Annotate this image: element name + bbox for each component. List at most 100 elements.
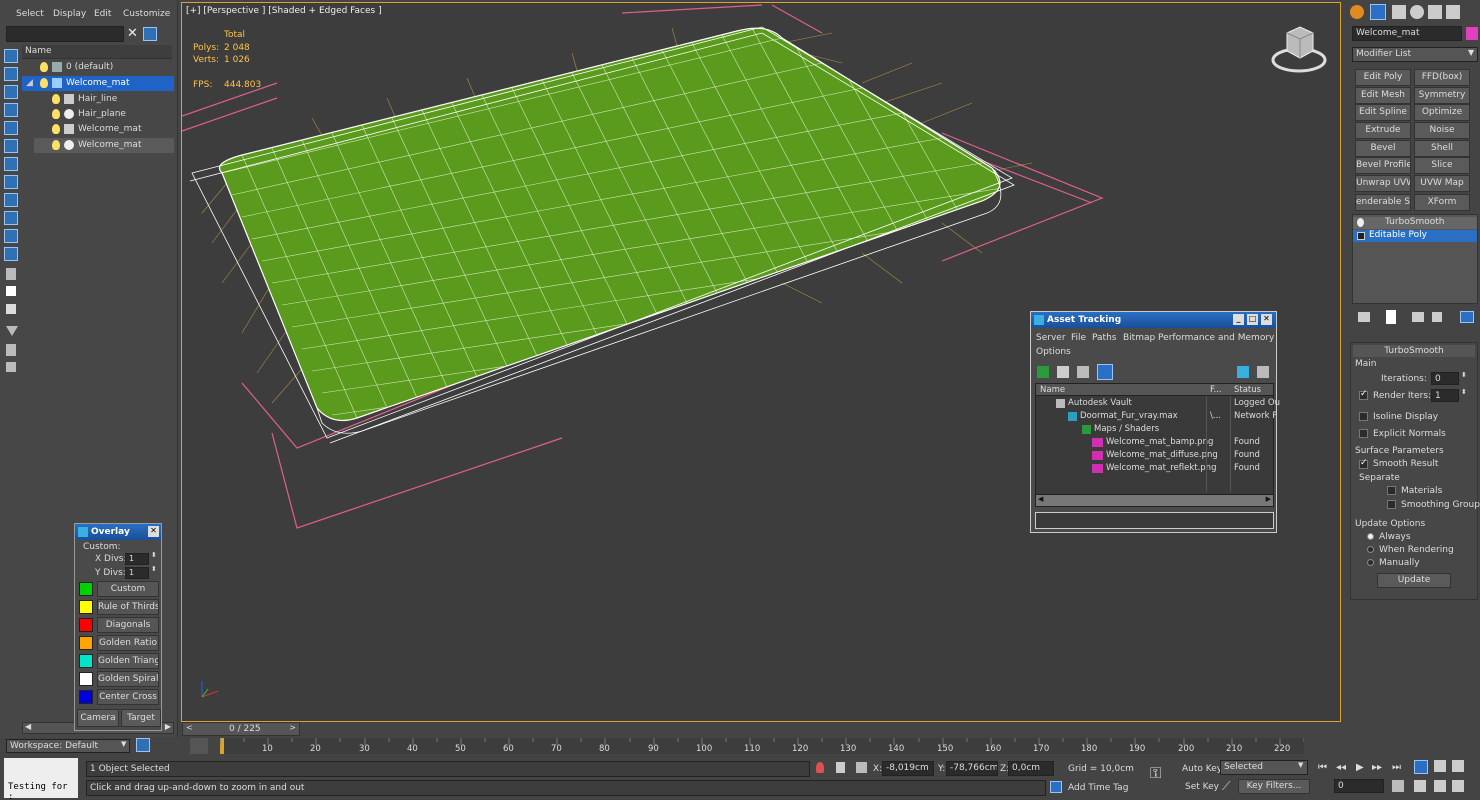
set-key-button[interactable]: Set Key	[1185, 782, 1219, 792]
maxscript-listener[interactable]: Testing for :	[4, 758, 78, 800]
y-coord-input[interactable]: -78,766cm	[946, 761, 998, 776]
prev-key-icon[interactable]: ◂◂	[1336, 762, 1346, 773]
toolbar-icon-10[interactable]	[4, 211, 18, 225]
asset-tracking-titlebar[interactable]: Asset Tracking _ □ ✕	[1031, 312, 1276, 328]
lightbulb-icon[interactable]	[40, 62, 48, 72]
isolate-icon[interactable]	[816, 762, 824, 773]
col-status[interactable]: Status	[1234, 385, 1261, 395]
toolbar-icon-2[interactable]	[4, 67, 18, 81]
swatch-diagonals[interactable]	[79, 618, 93, 632]
workspace-dropdown[interactable]: Workspace: Default	[6, 739, 130, 753]
render-iters-checkbox[interactable]: ✓	[1359, 389, 1368, 400]
at-menu-paths[interactable]: Paths	[1092, 333, 1116, 343]
orbit-icon[interactable]	[1452, 780, 1464, 792]
next-key-icon[interactable]: ▸▸	[1372, 762, 1382, 773]
extrude-button[interactable]: Extrude	[1355, 122, 1411, 139]
manually-radio[interactable]	[1367, 559, 1374, 566]
lightbulb-icon[interactable]	[52, 140, 60, 150]
filter-icon[interactable]	[143, 27, 157, 41]
scroll-right-icon[interactable]: ▶	[1266, 495, 1271, 503]
render-iters-input[interactable]: 1	[1431, 389, 1459, 402]
explicit-normals-checkbox[interactable]	[1359, 429, 1368, 438]
col-f[interactable]: F...	[1210, 385, 1222, 395]
object-color-swatch[interactable]	[1466, 27, 1478, 40]
refresh-icon[interactable]	[1037, 366, 1049, 378]
column-name-header[interactable]: Name	[25, 46, 52, 56]
mini-curve-editor-icon[interactable]	[190, 738, 208, 754]
overlay-center-cross-button[interactable]: Center Cross	[97, 689, 159, 705]
swatch-center-cross[interactable]	[79, 690, 93, 704]
configure-sets-icon[interactable]	[1460, 311, 1474, 323]
toolbar-icon-6[interactable]	[4, 139, 18, 153]
toolbar-icon-9[interactable]	[4, 193, 18, 207]
z-coord-input[interactable]: 0,0cm	[1008, 761, 1054, 776]
x-coord-input[interactable]: -8,019cm	[882, 761, 934, 776]
minimize-button[interactable]: _	[1233, 314, 1244, 325]
modifier-list-dropdown[interactable]: Modifier List	[1352, 47, 1478, 62]
iterations-input[interactable]: 0	[1431, 372, 1459, 385]
xdivs-spinner-icon[interactable]: ⬍	[151, 551, 157, 559]
toolbar-icon-1[interactable]	[4, 49, 18, 63]
list-view-icon[interactable]	[1057, 366, 1069, 378]
time-slider[interactable]: < 0 / 225 >	[182, 722, 300, 736]
tree-item-welcome-mat-group[interactable]: ◢ Welcome_mat	[22, 76, 174, 91]
overlay-golden-ratio-button[interactable]: Golden Ratio	[97, 635, 159, 651]
toolbar-icon-16[interactable]	[6, 344, 16, 356]
make-unique-icon[interactable]	[1412, 312, 1424, 322]
create-tab-icon[interactable]	[1350, 5, 1364, 19]
asset-hscrollbar[interactable]: ◀ ▶	[1036, 494, 1273, 506]
dropdown-arrow-icon[interactable]: ▼	[1468, 48, 1474, 57]
dropdown-arrow-icon[interactable]: ▼	[1298, 761, 1303, 769]
at-menu-file[interactable]: File	[1071, 333, 1086, 343]
unwrap-uvw-button[interactable]: Unwrap UVW	[1355, 175, 1411, 192]
key-selection-dropdown[interactable]: Selected	[1220, 760, 1308, 775]
grid-view-icon[interactable]	[1097, 364, 1113, 380]
lightbulb-icon[interactable]	[52, 109, 60, 119]
materials-checkbox[interactable]	[1387, 486, 1396, 495]
settings-icon[interactable]	[1257, 366, 1269, 378]
absolute-mode-icon[interactable]	[856, 762, 867, 773]
lightbulb-icon[interactable]	[1357, 218, 1364, 227]
fov-icon[interactable]	[1414, 780, 1426, 792]
asset-row[interactable]: Maps / Shaders	[1036, 423, 1272, 436]
ffd-box-button[interactable]: FFD(box)	[1414, 69, 1470, 86]
lightbulb-icon[interactable]	[40, 78, 48, 88]
key-filters-button[interactable]: Key Filters...	[1238, 779, 1310, 794]
overlay-golden-triangle-button[interactable]: Golden Triangle	[97, 653, 159, 669]
time-config-icon[interactable]	[1392, 780, 1404, 792]
collapse-arrow-icon[interactable]: ◢	[26, 76, 33, 91]
help-icon[interactable]	[1237, 366, 1249, 378]
overlay-golden-spiral-button[interactable]: Golden Spiral	[97, 671, 159, 687]
ydivs-input[interactable]: 1	[125, 567, 149, 579]
layers-icon[interactable]	[136, 738, 150, 752]
uvw-map-button[interactable]: UVW Map	[1414, 175, 1470, 192]
zoom-icon[interactable]	[1414, 760, 1428, 774]
overlay-titlebar[interactable]: Overlay ✕	[75, 524, 161, 540]
optimize-button[interactable]: Optimize	[1414, 104, 1470, 121]
funnel-icon[interactable]	[6, 326, 18, 336]
key-tangent-icon[interactable]: ⟋	[1222, 779, 1230, 794]
toolbar-icon-8[interactable]	[4, 175, 18, 189]
at-menu-options[interactable]: Options	[1036, 347, 1071, 357]
toolbar-icon-4[interactable]	[4, 103, 18, 117]
time-tag-icon[interactable]	[1050, 781, 1062, 793]
slice-button[interactable]: Slice	[1414, 157, 1470, 174]
next-frame-icon[interactable]: >	[289, 723, 296, 732]
current-frame-input[interactable]: 0	[1334, 779, 1384, 793]
toolbar-icon-3[interactable]	[4, 85, 18, 99]
close-button[interactable]: ✕	[148, 526, 159, 537]
prev-frame-icon[interactable]: <	[186, 723, 193, 732]
utilities-tab-icon[interactable]	[1446, 5, 1460, 19]
toolbar-icon-13[interactable]	[6, 268, 16, 280]
toolbar-icon-11[interactable]	[4, 229, 18, 243]
overlay-target-button[interactable]: Target	[121, 709, 161, 727]
timeline-track[interactable]: 10 20 30 40 50 60 70 80 90 100 110 120 130 140 150 160 1…	[220, 738, 1304, 754]
bevel-button[interactable]: Bevel	[1355, 140, 1411, 157]
add-time-tag-label[interactable]: Add Time Tag	[1068, 783, 1128, 793]
tree-item-welcome-mat-2[interactable]: Welcome_mat	[34, 138, 174, 153]
asset-row[interactable]: Welcome_mat_bamp.png Found	[1036, 436, 1272, 449]
motion-tab-icon[interactable]	[1410, 5, 1424, 19]
remove-modifier-icon[interactable]	[1432, 312, 1442, 322]
toolbar-icon-5[interactable]	[4, 121, 18, 135]
display-tab-icon[interactable]	[1428, 5, 1442, 19]
